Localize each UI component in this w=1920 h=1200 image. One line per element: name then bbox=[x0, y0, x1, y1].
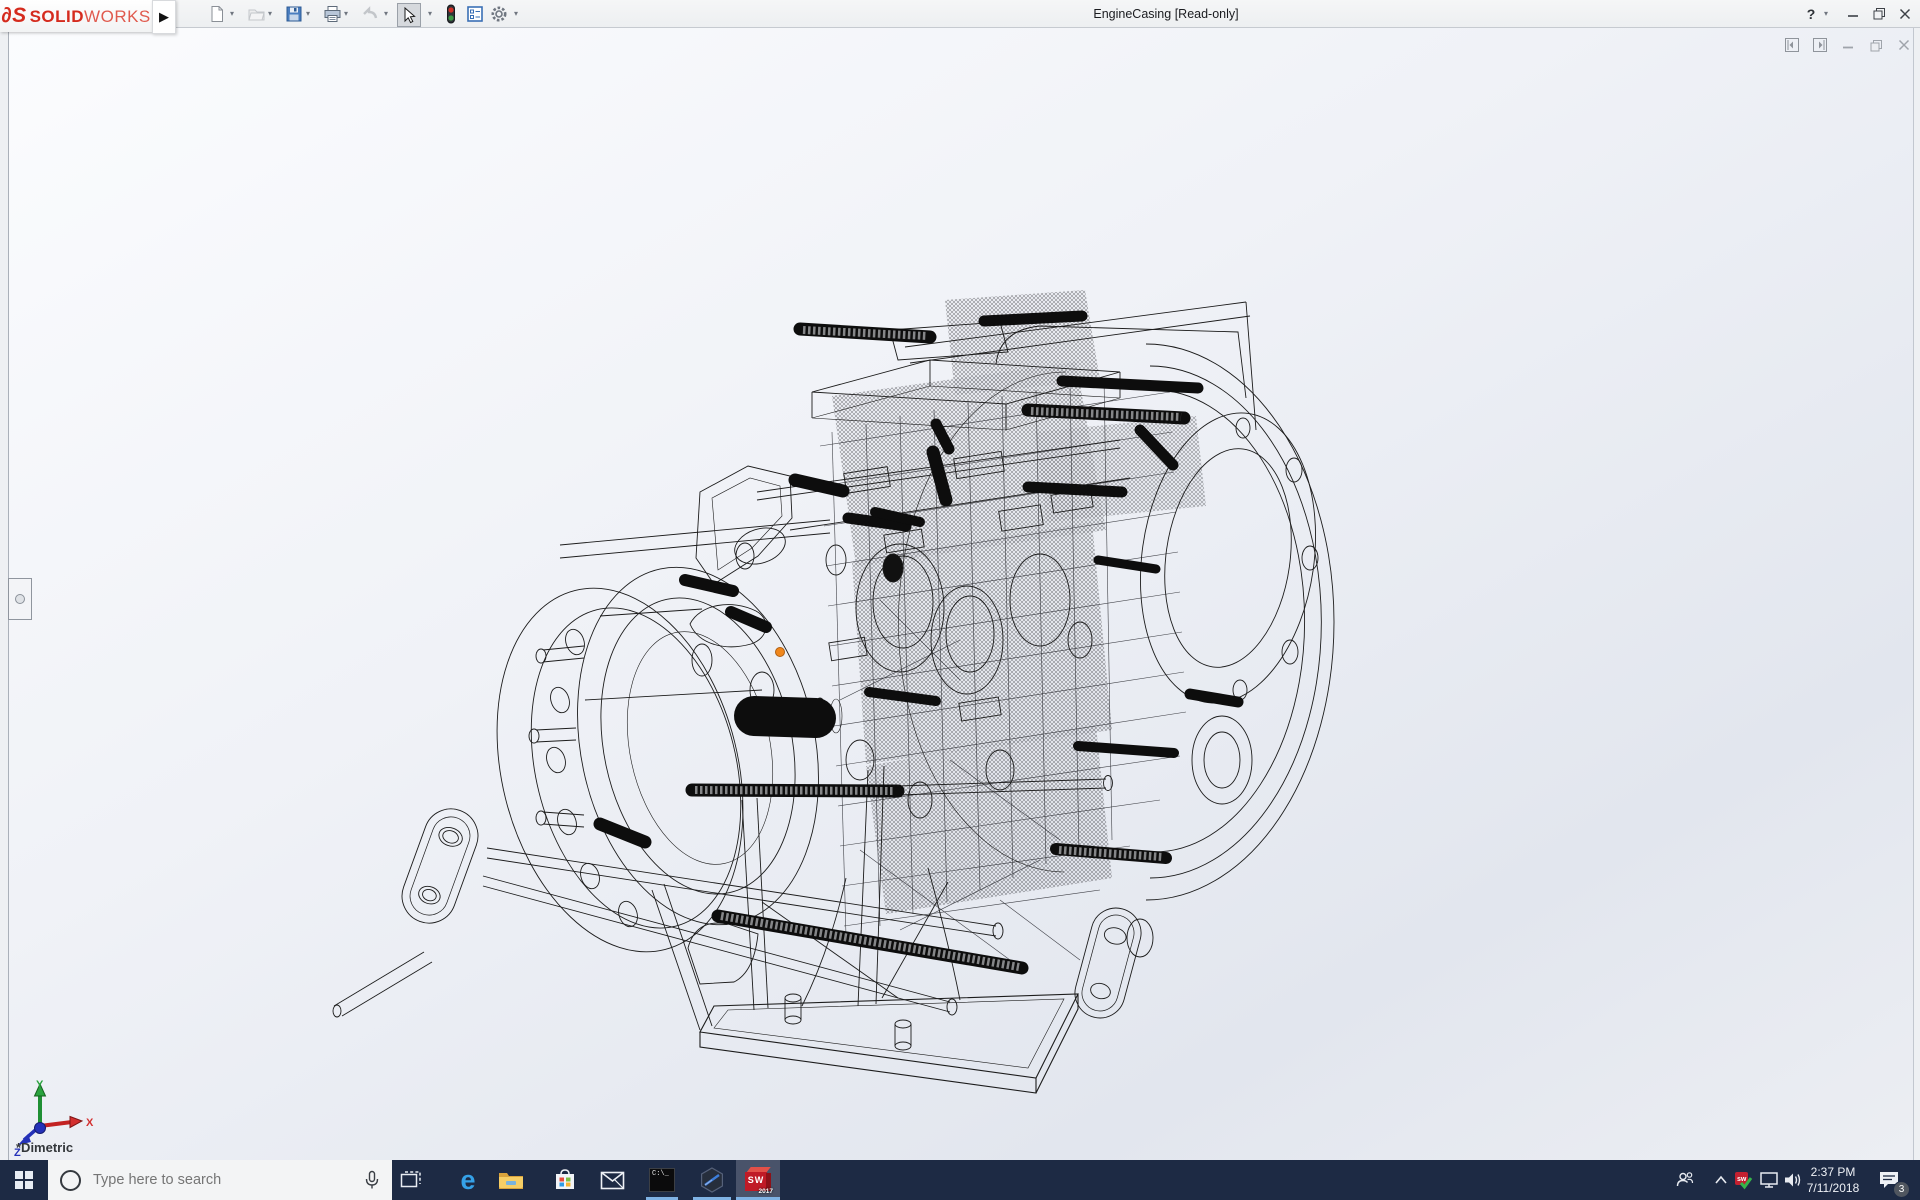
title-bar: EngineCasing [Read-only] ▾ ▾ ▾ bbox=[0, 0, 1920, 28]
doc-close-icon bbox=[1898, 39, 1910, 51]
help-button[interactable]: ? bbox=[1798, 3, 1824, 24]
windows-taskbar: e bbox=[0, 1160, 1920, 1200]
flyout-arrow-icon: ▶ bbox=[159, 9, 169, 25]
pane-left-icon bbox=[1784, 37, 1800, 53]
origin-marker[interactable] bbox=[776, 648, 785, 657]
doc-close-button[interactable] bbox=[1894, 36, 1914, 54]
chevron-up-icon bbox=[1714, 1175, 1728, 1185]
search-input[interactable] bbox=[91, 1171, 364, 1189]
save-icon bbox=[285, 5, 303, 23]
select-button[interactable] bbox=[397, 3, 421, 27]
select-caret[interactable]: ▾ bbox=[428, 9, 432, 18]
command-prompt-button[interactable]: C:\_ bbox=[640, 1160, 684, 1200]
feature-tree-collapsed-tab[interactable] bbox=[8, 578, 32, 620]
restore-icon bbox=[1873, 7, 1886, 20]
solidworks-logo: ∂SSOLIDWORKS bbox=[0, 0, 152, 32]
menu-flyout-button[interactable]: ▶ bbox=[152, 0, 176, 34]
close-icon bbox=[1899, 8, 1911, 20]
new-document-caret[interactable]: ▾ bbox=[230, 9, 234, 18]
start-button[interactable] bbox=[2, 1160, 46, 1200]
mail-icon bbox=[600, 1171, 625, 1190]
doc-restore-icon bbox=[1870, 39, 1883, 52]
new-document-button[interactable] bbox=[206, 3, 228, 25]
task-view-icon bbox=[400, 1170, 422, 1190]
pane-left-button[interactable] bbox=[1782, 36, 1802, 54]
print-caret[interactable]: ▾ bbox=[344, 9, 348, 18]
undo-button[interactable] bbox=[359, 3, 381, 25]
svg-text:sw: sw bbox=[1737, 1176, 1747, 1183]
options-caret[interactable]: ▾ bbox=[514, 9, 518, 18]
document-title: EngineCasing [Read-only] bbox=[1093, 7, 1238, 21]
windows-logo-icon bbox=[15, 1171, 33, 1189]
solidworks-2017-icon: SW 2017 bbox=[745, 1167, 771, 1193]
options-gear-icon bbox=[489, 4, 509, 24]
save-caret[interactable]: ▾ bbox=[306, 9, 310, 18]
select-cursor-icon bbox=[401, 7, 417, 24]
solidworks-monitor-tray[interactable]: sw bbox=[1730, 1160, 1756, 1200]
network-icon bbox=[1759, 1171, 1779, 1189]
minimize-icon bbox=[1847, 8, 1859, 20]
command-prompt-icon: C:\_ bbox=[649, 1168, 675, 1192]
edge-icon: e bbox=[460, 1167, 475, 1193]
triad-x-label: X bbox=[86, 1117, 94, 1129]
task-view-button[interactable] bbox=[389, 1160, 433, 1200]
file-explorer-button[interactable] bbox=[489, 1160, 533, 1200]
viewport-right-border bbox=[1913, 28, 1914, 1160]
clock-date: 7/11/2018 bbox=[1797, 1180, 1869, 1196]
print-icon bbox=[323, 5, 342, 23]
evaluate-list-button[interactable] bbox=[464, 3, 486, 25]
network-tray-button[interactable] bbox=[1756, 1160, 1782, 1200]
cortana-icon bbox=[60, 1170, 81, 1191]
doc-minimize-icon bbox=[1842, 39, 1854, 51]
evaluate-list-icon bbox=[466, 5, 484, 23]
mail-button[interactable] bbox=[590, 1160, 634, 1200]
people-button[interactable] bbox=[1672, 1160, 1698, 1200]
collapsed-tab-icon bbox=[15, 594, 25, 604]
pane-right-icon bbox=[1812, 37, 1828, 53]
microphone-icon[interactable] bbox=[364, 1170, 380, 1190]
view-orientation-label: *Dimetric bbox=[16, 1140, 73, 1155]
solidworks-taskbar-button[interactable]: SW 2017 bbox=[736, 1160, 780, 1200]
open-folder-icon bbox=[247, 5, 266, 23]
taskbar-search[interactable] bbox=[48, 1160, 392, 1200]
open-button[interactable] bbox=[245, 3, 267, 25]
solidworks-monitor-icon: sw bbox=[1733, 1170, 1753, 1190]
doc-restore-button[interactable] bbox=[1866, 36, 1886, 54]
notification-count-badge: 3 bbox=[1893, 1181, 1910, 1198]
edge-button[interactable]: e bbox=[446, 1160, 490, 1200]
composer-button[interactable] bbox=[690, 1160, 734, 1200]
brand-glyph: ∂S bbox=[1, 4, 26, 27]
restore-button[interactable] bbox=[1866, 3, 1892, 24]
help-caret[interactable]: ▾ bbox=[1824, 9, 1828, 18]
traffic-light-button[interactable] bbox=[440, 3, 462, 25]
undo-caret[interactable]: ▾ bbox=[384, 9, 388, 18]
document-window-controls bbox=[1782, 36, 1914, 54]
brand-solid: SOLID bbox=[30, 7, 84, 26]
taskbar-clock[interactable]: 2:37 PM 7/11/2018 bbox=[1797, 1164, 1869, 1196]
composer-hexagon-icon bbox=[699, 1167, 725, 1193]
brand-works: WORKS bbox=[84, 7, 151, 26]
store-button[interactable] bbox=[543, 1160, 587, 1200]
save-button[interactable] bbox=[283, 3, 305, 25]
close-button[interactable] bbox=[1892, 3, 1918, 24]
print-button[interactable] bbox=[321, 3, 343, 25]
engine-casing-wireframe[interactable] bbox=[0, 28, 1920, 1160]
traffic-light-icon bbox=[445, 4, 457, 24]
clock-time: 2:37 PM bbox=[1797, 1164, 1869, 1180]
file-explorer-icon bbox=[498, 1169, 524, 1191]
store-icon bbox=[553, 1168, 577, 1192]
triad-y-label: Y bbox=[36, 1079, 44, 1091]
solidworks-window: EngineCasing [Read-only] ▾ ▾ ▾ bbox=[0, 0, 1920, 1200]
minimize-button[interactable] bbox=[1840, 3, 1866, 24]
new-document-icon bbox=[208, 5, 226, 23]
open-caret[interactable]: ▾ bbox=[268, 9, 272, 18]
options-gear-button[interactable] bbox=[488, 3, 510, 25]
pane-right-button[interactable] bbox=[1810, 36, 1830, 54]
doc-minimize-button[interactable] bbox=[1838, 36, 1858, 54]
undo-icon bbox=[360, 5, 380, 23]
people-icon bbox=[1675, 1170, 1695, 1190]
